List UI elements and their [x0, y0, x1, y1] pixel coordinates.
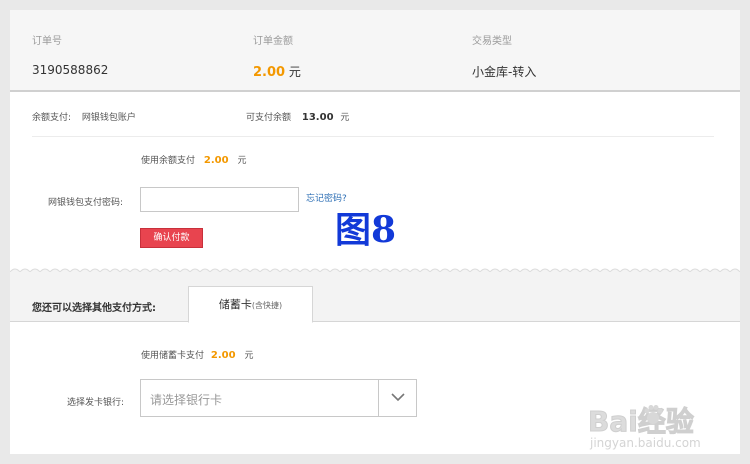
bank-select-placeholder: 请选择银行卡: [150, 393, 223, 407]
payment-password-input[interactable]: [140, 187, 299, 212]
other-pay-label: 您还可以选择其他支付方式:: [32, 303, 156, 314]
use-card-unit: 元: [244, 351, 254, 361]
watermark-brand: Bai经验: [588, 405, 695, 439]
tab-debit-card-label: 储蓄卡: [218, 298, 252, 311]
use-balance-unit: 元: [237, 156, 247, 166]
use-card-row: 使用储蓄卡支付 2.00 元: [141, 348, 253, 361]
use-balance-row: 使用余额支付 2.00 元: [141, 153, 246, 166]
use-balance-label: 使用余额支付: [141, 156, 196, 166]
order-amount: 2.00 元: [253, 63, 301, 80]
balance-pay-label: 余额支付:: [32, 113, 72, 123]
order-amount-unit: 元: [288, 65, 301, 79]
available-balance-row: 可支付余额 13.00 元: [246, 110, 349, 123]
use-balance-value: 2.00: [203, 155, 229, 166]
available-balance-label: 可支付余额: [246, 113, 292, 123]
figure-label: 图8: [335, 209, 397, 251]
order-type-value: 小金库-转入: [472, 65, 537, 79]
divider: [32, 136, 714, 137]
other-pay-band: [10, 272, 740, 322]
use-card-label: 使用储蓄卡支付: [141, 351, 205, 361]
bank-select-label: 选择发卡银行:: [67, 398, 125, 408]
available-balance-value: 13.00: [301, 112, 334, 123]
payment-page: 订单号 3190588862 订单金额 2.00 元 交易类型 小金库-转入 余…: [10, 10, 740, 454]
order-type-label: 交易类型: [472, 36, 512, 47]
order-summary: 订单号 3190588862 订单金额 2.00 元 交易类型 小金库-转入: [10, 10, 740, 92]
available-balance-unit: 元: [340, 113, 350, 123]
balance-pay-row: 余额支付: 网银钱包账户: [32, 110, 136, 123]
use-card-value: 2.00: [210, 350, 236, 361]
baidu-watermark: Bai经验 jingyan.baidu.com: [588, 400, 740, 454]
bank-select-toggle[interactable]: [378, 380, 416, 416]
forgot-password-link[interactable]: 忘记密码?: [306, 191, 347, 204]
order-amount-label: 订单金额: [253, 36, 293, 47]
baidu-paw-icon: [644, 405, 663, 424]
order-id-value: 3190588862: [32, 63, 109, 77]
bank-select[interactable]: 请选择银行卡: [140, 379, 417, 417]
chevron-down-icon: [391, 393, 405, 402]
tab-debit-card-sublabel: (含快捷): [251, 301, 283, 310]
wallet-account: 网银钱包账户: [81, 113, 136, 123]
order-amount-value: 2.00: [253, 65, 286, 80]
watermark-url: jingyan.baidu.com: [590, 436, 701, 450]
tab-debit-card[interactable]: 储蓄卡(含快捷): [188, 286, 313, 323]
password-label: 网银钱包支付密码:: [48, 198, 124, 208]
order-id-label: 订单号: [32, 36, 62, 47]
confirm-payment-button[interactable]: 确认付款: [140, 228, 203, 248]
